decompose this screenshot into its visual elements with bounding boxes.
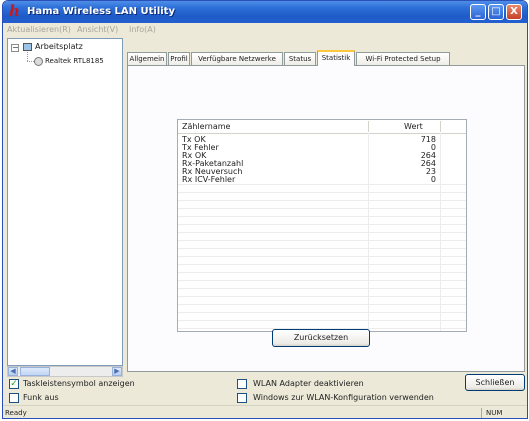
reset-button[interactable]: Zurücksetzen xyxy=(272,329,370,347)
column-header-name[interactable]: Zählername xyxy=(182,122,230,131)
windows-config-checkbox[interactable] xyxy=(237,393,247,403)
title-bar[interactable]: h Hama Wireless LAN Utility _ □ X xyxy=(3,1,527,23)
scroll-left-icon[interactable]: ◀ xyxy=(8,367,18,376)
device-tree[interactable]: − Arbeitsplatz Realtek RTL8185 xyxy=(7,38,123,366)
tree-item-adapter[interactable]: Realtek RTL8185 xyxy=(45,57,104,65)
grid-row-line xyxy=(178,272,466,274)
maximize-button[interactable]: □ xyxy=(488,4,504,20)
taskbar-icon-checkbox[interactable]: ✓ xyxy=(9,379,19,389)
close-window-button[interactable]: X xyxy=(506,4,522,20)
minimize-button[interactable]: _ xyxy=(470,4,486,20)
stat-name-cell[interactable]: Rx ICV-Fehler xyxy=(182,175,235,184)
close-button[interactable]: Schließen xyxy=(465,374,525,391)
taskbar-icon-label: Taskleistensymbol anzeigen xyxy=(23,379,135,388)
tree-horizontal-scrollbar[interactable]: ◀ ▶ xyxy=(7,366,123,377)
scroll-thumb[interactable] xyxy=(20,367,50,376)
disable-adapter-checkbox[interactable] xyxy=(237,379,247,389)
grid-row-line xyxy=(178,200,466,202)
tab-general[interactable]: Allgemein xyxy=(127,52,167,66)
window-title: Hama Wireless LAN Utility xyxy=(27,6,175,17)
tree-connector xyxy=(27,61,34,62)
grid-row-line xyxy=(178,312,466,314)
status-bar: Ready NUM xyxy=(3,405,527,418)
table-header: Zählername Wert xyxy=(178,120,466,134)
grid-row-line xyxy=(178,320,466,322)
grid-row-line xyxy=(178,184,466,186)
radio-off-checkbox[interactable] xyxy=(9,393,19,403)
grid-row-line xyxy=(178,256,466,258)
grid-row-line xyxy=(178,280,466,282)
tab-wps[interactable]: Wi-Fi Protected Setup xyxy=(356,52,450,66)
status-text: Ready xyxy=(5,409,27,417)
tree-item-root[interactable]: Arbeitsplatz xyxy=(35,42,83,51)
column-header-value[interactable]: Wert xyxy=(404,122,423,131)
num-lock-indicator: NUM xyxy=(481,408,527,418)
menu-view[interactable]: Ansicht(V) xyxy=(77,25,118,34)
statistics-table[interactable]: Zählername Wert Tx OK 718 Tx Fehler 0 Rx OK 2… xyxy=(177,119,467,332)
disable-adapter-label: WLAN Adapter deaktivieren xyxy=(253,379,364,388)
menu-bar: Aktualisieren(R) Ansicht(V) Info(A) xyxy=(3,23,527,37)
stat-value-cell[interactable]: 0 xyxy=(376,175,436,184)
grid-row-line xyxy=(178,288,466,290)
grid-row-line xyxy=(178,248,466,250)
tab-status[interactable]: Status xyxy=(284,52,316,66)
scroll-right-icon[interactable]: ▶ xyxy=(112,367,122,376)
tab-statistics[interactable]: Statistik xyxy=(317,50,355,66)
grid-row-line xyxy=(178,232,466,234)
grid-row-line xyxy=(178,240,466,242)
grid-row-line xyxy=(178,192,466,194)
windows-config-label: Windows zur WLAN-Konfiguration verwenden xyxy=(253,393,434,402)
tab-profile[interactable]: Profil xyxy=(168,52,190,66)
grid-row-line xyxy=(178,208,466,210)
tree-connector xyxy=(27,52,28,61)
hama-logo-icon: h xyxy=(9,2,20,20)
grid-row-line xyxy=(178,216,466,218)
grid-row-line xyxy=(178,224,466,226)
app-window: h Hama Wireless LAN Utility _ □ X Aktual… xyxy=(2,0,528,419)
collapse-icon[interactable]: − xyxy=(11,44,19,52)
column-divider[interactable] xyxy=(440,121,441,132)
radio-off-label: Funk aus xyxy=(23,393,59,402)
grid-row-line xyxy=(178,304,466,306)
grid-row-line xyxy=(178,264,466,266)
network-adapter-icon xyxy=(34,57,43,66)
menu-refresh[interactable]: Aktualisieren(R) xyxy=(7,25,71,34)
grid-row-line xyxy=(178,296,466,298)
menu-info[interactable]: Info(A) xyxy=(129,25,156,34)
column-divider[interactable] xyxy=(368,121,369,132)
tab-available-networks[interactable]: Verfügbare Netzwerke xyxy=(191,52,283,66)
computer-icon xyxy=(23,43,32,51)
